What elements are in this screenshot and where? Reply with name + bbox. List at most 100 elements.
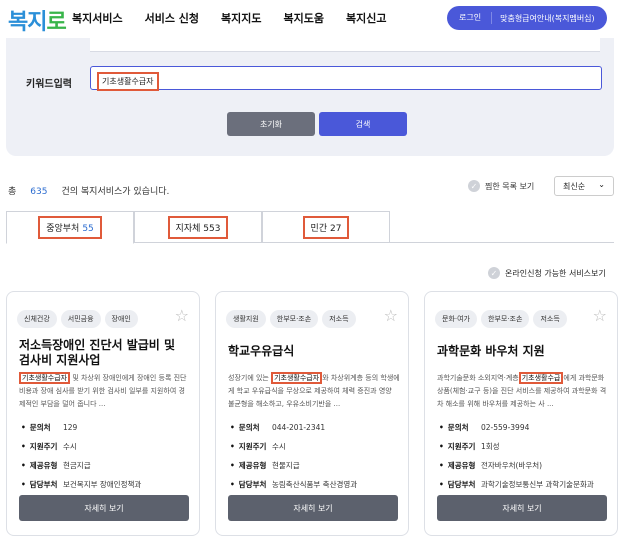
- info-key: 지원주기: [439, 441, 481, 452]
- info-key: 담당부처: [439, 479, 481, 490]
- result-prefix: 총: [8, 187, 17, 197]
- card-title: 저소득장애인 진단서 발급비 및 검사비 지원사업: [19, 338, 176, 367]
- info-key: 문의처: [21, 422, 63, 433]
- info-value: 수시: [63, 442, 77, 451]
- tab-local[interactable]: 지자체 553: [134, 211, 262, 243]
- tab-count: 553: [203, 223, 221, 234]
- nav-welfare-help[interactable]: 복지도움: [284, 10, 324, 26]
- info-row: 지원주기수시: [230, 437, 400, 456]
- login-button[interactable]: 로그인: [447, 12, 493, 24]
- online-apply-label: 온라인신청 가능한 서비스보기: [505, 268, 606, 278]
- info-value: 전자바우처(바우처): [481, 461, 543, 470]
- info-key: 담당부처: [230, 479, 272, 490]
- info-key: 담당부처: [21, 479, 63, 490]
- info-row: 제공유형전자바우처(바우처): [439, 456, 609, 475]
- detail-button[interactable]: 자세히 보기: [228, 495, 398, 521]
- logo-sub-text: 로: [46, 10, 66, 35]
- sort-value: 최신순: [563, 181, 586, 191]
- tag: 저소득: [533, 310, 567, 328]
- info-key: 지원주기: [21, 441, 63, 452]
- card-info: 문의처129 지원주기수시 제공유형현금지급 담당부처보건복지부 장애인정책과: [21, 418, 191, 494]
- online-apply-toggle[interactable]: ✓ 온라인신청 가능한 서비스보기: [488, 267, 606, 279]
- keyword-label: 키워드입력: [26, 79, 72, 90]
- favorite-list-label: 찜한 목록 보기: [485, 181, 535, 191]
- card-tags: 문화·여가 한부모·조손 저소득: [435, 310, 571, 328]
- favorite-list-toggle[interactable]: ✓ 찜한 목록 보기: [468, 180, 534, 192]
- card-description: 성장기에 있는 기초생활수급자 와 차상위계층 등의 학생에게 학교 우유급식을 …: [228, 372, 400, 411]
- custom-benefit-guide-button[interactable]: 맞춤형급여안내(복지멤버십): [492, 13, 595, 24]
- keyword-value: 기초생활수급자: [97, 72, 159, 91]
- info-key: 제공유형: [439, 460, 481, 471]
- tab-private-label: 민간 27: [302, 215, 350, 239]
- card-tags: 생활지원 한부모·조손 저소득: [226, 310, 360, 328]
- detail-button[interactable]: 자세히 보기: [19, 495, 189, 521]
- tab-label: 지자체: [175, 223, 201, 234]
- info-key: 제공유형: [21, 460, 63, 471]
- keyword-input[interactable]: 기초생활수급자: [90, 66, 602, 91]
- info-row: 제공유형현물지급: [230, 456, 400, 475]
- tab-private[interactable]: 민간 27: [262, 211, 390, 243]
- info-key: 문의처: [439, 422, 481, 433]
- sort-select[interactable]: 최신순 ⌄: [554, 176, 614, 196]
- logo-text: 복지: [8, 10, 47, 35]
- card-title: 과학문화 바우처 지원: [437, 344, 545, 358]
- description-text: 성장기에 있는: [228, 374, 272, 382]
- info-row: 문의처129: [21, 418, 191, 437]
- service-card[interactable]: 문화·여가 한부모·조손 저소득 ☆ 과학문화 바우처 지원 과학기술문화 소외…: [424, 291, 618, 536]
- info-key: 제공유형: [230, 460, 272, 471]
- info-value: 보건복지부 장애인정책과: [63, 480, 142, 489]
- tab-local-label: 지자체 553: [167, 215, 229, 239]
- result-suffix: 건의 복지서비스가 있습니다.: [61, 187, 170, 197]
- nav-welfare-map[interactable]: 복지지도: [221, 10, 261, 26]
- nav-service-apply[interactable]: 서비스 신청: [145, 10, 199, 26]
- info-row: 문의처02-559-3994: [439, 418, 609, 437]
- check-icon: ✓: [468, 180, 480, 192]
- info-value: 044-201-2341: [272, 423, 326, 432]
- card-tags: 신체건강 서민금융 장애인: [17, 310, 142, 328]
- card-info: 문의처044-201-2341 지원주기수시 제공유형현물지급 담당부처농림축산…: [230, 418, 400, 494]
- tag: 서민금융: [60, 310, 101, 328]
- info-value: 02-559-3994: [481, 423, 530, 432]
- info-value: 129: [63, 423, 78, 432]
- tag: 한부모·조손: [481, 310, 530, 328]
- tab-label: 중앙부처: [46, 224, 80, 234]
- nav-welfare-service[interactable]: 복지서비스: [72, 10, 123, 26]
- service-card[interactable]: 생활지원 한부모·조손 저소득 ☆ 학교우유급식 성장기에 있는 기초생활수급자…: [215, 291, 409, 536]
- keyword-highlight: 기초생활수급: [518, 372, 564, 384]
- service-card[interactable]: 신체건강 서민금융 장애인 ☆ 저소득장애인 진단서 발급비 및 검사비 지원사…: [6, 291, 200, 536]
- detail-button[interactable]: 자세히 보기: [437, 495, 607, 521]
- search-button[interactable]: 검색: [319, 112, 407, 136]
- tab-label: 민간: [310, 223, 328, 234]
- site-logo[interactable]: 복지로: [8, 4, 67, 36]
- tag: 문화·여가: [435, 310, 477, 328]
- previous-filter-field: [90, 38, 600, 52]
- info-row: 문의처044-201-2341: [230, 418, 400, 437]
- star-icon[interactable]: ☆: [384, 306, 398, 325]
- info-key: 지원주기: [230, 441, 272, 452]
- info-key: 문의처: [230, 422, 272, 433]
- star-icon[interactable]: ☆: [593, 306, 607, 325]
- card-title: 학교우유급식: [228, 344, 295, 358]
- info-row: 담당부처과학기술정보통신부 과학기술문화과: [439, 475, 609, 494]
- tab-central-label: 중앙부처 55: [38, 216, 102, 239]
- search-panel: 키워드입력 기초생활수급자 초기화 검색: [6, 38, 614, 156]
- result-count-text: 총 635 건의 복지서비스가 있습니다.: [8, 184, 169, 197]
- info-value: 농림축산식품부 축산경영과: [272, 480, 358, 489]
- info-value: 현물지급: [272, 461, 300, 470]
- reset-button[interactable]: 초기화: [227, 112, 315, 136]
- check-icon: ✓: [488, 267, 500, 279]
- info-row: 담당부처보건복지부 장애인정책과: [21, 475, 191, 494]
- nav-welfare-report[interactable]: 복지신고: [346, 10, 386, 26]
- result-count: 635: [30, 187, 48, 197]
- header-button-group: 로그인 맞춤형급여안내(복지멤버십): [447, 6, 607, 30]
- info-value: 현금지급: [63, 461, 91, 470]
- tag: 생활지원: [226, 310, 266, 328]
- info-value: 1회성: [481, 442, 500, 451]
- tag: 신체건강: [17, 310, 57, 328]
- tab-central[interactable]: 중앙부처 55: [6, 211, 134, 244]
- info-row: 지원주기수시: [21, 437, 191, 456]
- info-row: 제공유형현금지급: [21, 456, 191, 475]
- card-description: 기초생활수급자 및 차상위 장애인에게 장애인 등록 진단 비용과 장애 심사를…: [19, 372, 191, 411]
- keyword-highlight: 기초생활수급자: [19, 372, 71, 384]
- star-icon[interactable]: ☆: [175, 306, 189, 325]
